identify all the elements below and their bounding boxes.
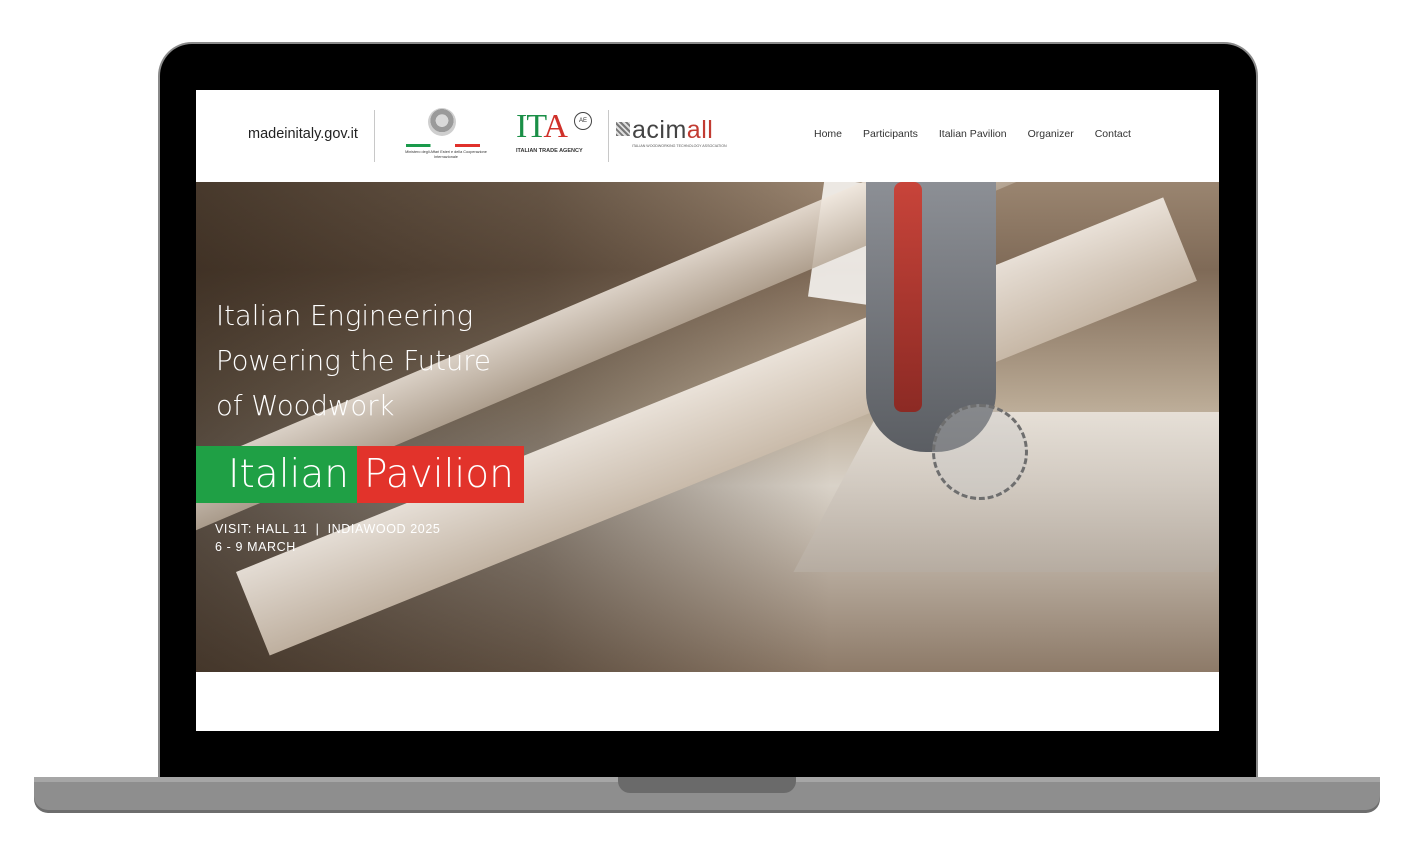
visit-date-line: 6 - 9 MARCH (215, 540, 296, 554)
hero-title-line: Powering the Future (216, 345, 491, 377)
hero-title: Italian Engineering Powering the Future … (216, 294, 491, 429)
nav-organizer[interactable]: Organizer (1028, 128, 1074, 140)
ministry-logo[interactable]: Ministero degli Affari Esteri e della Co… (404, 108, 487, 166)
main-nav: Home Participants Italian Pavilion Organ… (814, 128, 1131, 140)
acimall-logo[interactable]: acimall ITALIAN WOODWORKING TECHNOLOGY A… (616, 116, 736, 156)
ita-logo[interactable]: ITA AE ITALIAN TRADE AGENCY (516, 110, 596, 164)
nav-contact[interactable]: Contact (1095, 128, 1131, 140)
visit-info: VISIT: HALL 11 | INDIAWOOD 2025 6 - 9 MA… (215, 520, 440, 556)
ita-wordmark: ITA (516, 108, 568, 145)
header-divider (374, 110, 375, 162)
tricolor-stripe (406, 144, 480, 147)
ita-badge-icon: AE (574, 112, 592, 130)
header-divider (608, 110, 609, 162)
ita-letter-i: I (516, 108, 527, 145)
ita-letter-t: T (526, 108, 544, 145)
hero-photo-guard-arm (894, 182, 922, 412)
nav-italian-pavilion[interactable]: Italian Pavilion (939, 128, 1007, 140)
visit-hall-line: VISIT: HALL 11 | INDIAWOOD 2025 (215, 522, 441, 536)
pavilion-word-italian: Italian (196, 446, 357, 503)
page-below-hero (196, 672, 1219, 731)
madeinitaly-link[interactable]: madeinitaly.gov.it (248, 126, 358, 142)
hero-title-line: of Woodwork (216, 390, 395, 422)
acimall-emblem-icon (616, 122, 630, 136)
ita-letter-a: A (543, 108, 568, 145)
italian-emblem-icon (428, 108, 456, 136)
acimall-caption: ITALIAN WOODWORKING TECHNOLOGY ASSOCIATI… (632, 144, 727, 148)
nav-home[interactable]: Home (814, 128, 842, 140)
saw-blade-icon (932, 404, 1028, 500)
pavilion-word-pavilion: Pavilion (356, 446, 524, 503)
laptop-screen: madeinitaly.gov.it Ministero degli Affar… (196, 90, 1219, 731)
italian-pavilion-banner: Italian Pavilion (196, 446, 524, 503)
hero-title-line: Italian Engineering (216, 300, 474, 332)
acimall-word-part2: all (686, 116, 714, 144)
ministry-logo-text: Ministero degli Affari Esteri e della Co… (405, 150, 487, 159)
nav-participants[interactable]: Participants (863, 128, 918, 140)
ita-caption: ITALIAN TRADE AGENCY (516, 148, 583, 154)
acimall-wordmark: acimall (632, 116, 713, 144)
hero-banner: Italian Engineering Powering the Future … (196, 182, 1219, 672)
laptop-notch (618, 777, 796, 793)
laptop-mockup: madeinitaly.gov.it Ministero degli Affar… (0, 0, 1414, 843)
acimall-word-part1: acim (632, 116, 687, 144)
site-header: madeinitaly.gov.it Ministero degli Affar… (196, 90, 1219, 182)
